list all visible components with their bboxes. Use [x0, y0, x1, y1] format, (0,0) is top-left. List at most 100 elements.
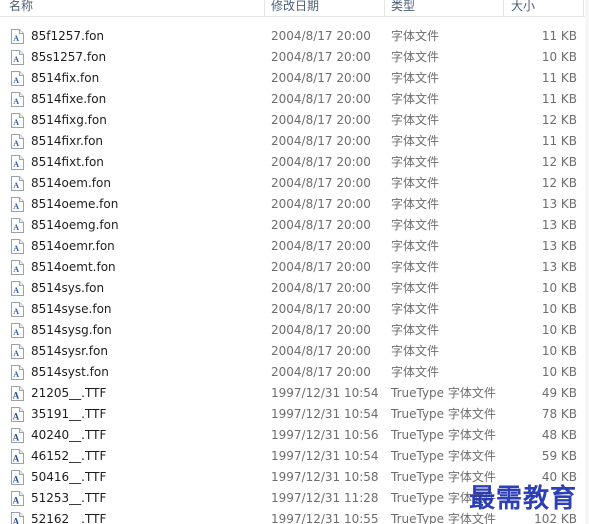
file-type: 字体文件 [391, 176, 440, 190]
file-row[interactable]: A 8514oemr.fon 2004/8/17 20:00 字体文件 13 KB [0, 236, 589, 257]
file-modified-date: 2004/8/17 20:00 [271, 344, 371, 358]
truetype-file-icon: A [11, 386, 24, 401]
file-row[interactable]: A 8514oem.fon 2004/8/17 20:00 字体文件 12 KB [0, 173, 589, 194]
column-header-type-label: 类型 [391, 0, 416, 13]
file-name: 21205__.TTF [31, 386, 107, 400]
svg-text:A: A [13, 160, 19, 169]
font-file-icon: A [11, 113, 24, 128]
file-name: 8514oeme.fon [31, 197, 119, 211]
file-name: 8514fix.fon [31, 71, 100, 85]
file-modified-date: 2004/8/17 20:00 [271, 281, 371, 295]
file-row[interactable]: A 8514sysr.fon 2004/8/17 20:00 字体文件 10 KB [0, 341, 589, 362]
font-file-icon: A [11, 281, 24, 296]
file-row[interactable]: A 8514syse.fon 2004/8/17 20:00 字体文件 10 KB [0, 299, 589, 320]
svg-text:A: A [13, 391, 20, 401]
file-type: TrueType 字体文件 [391, 428, 496, 442]
file-name: 8514oemt.fon [31, 260, 116, 274]
file-size: 48 KB [541, 428, 577, 442]
file-row[interactable]: A 46152__.TTF 1997/12/31 10:54 TrueType 字体文… [0, 446, 589, 467]
font-file-icon: A [11, 365, 24, 380]
file-type: 字体文件 [391, 365, 440, 379]
file-type: 字体文件 [391, 134, 440, 148]
file-size: 78 KB [541, 407, 577, 421]
file-row[interactable]: A 8514sys.fon 2004/8/17 20:00 字体文件 10 KB [0, 278, 589, 299]
file-type: 字体文件 [391, 344, 440, 358]
file-name: 8514sysg.fon [31, 323, 112, 337]
file-size: 10 KB [541, 344, 577, 358]
file-size: 10 KB [541, 365, 577, 379]
file-name: 8514fixe.fon [31, 92, 107, 106]
column-header-name[interactable]: 名称 [0, 0, 265, 16]
file-size: 10 KB [541, 302, 577, 316]
file-size: 49 KB [541, 386, 577, 400]
file-name: 8514fixg.fon [31, 113, 107, 127]
truetype-file-icon: A [11, 407, 24, 422]
column-header-date[interactable]: 修改日期 [265, 0, 385, 16]
file-row[interactable]: A 8514syst.fon 2004/8/17 20:00 字体文件 10 KB [0, 362, 589, 383]
file-row[interactable]: A 85f1257.fon 2004/8/17 20:00 字体文件 11 KB [0, 26, 589, 47]
file-modified-date: 1997/12/31 10:56 [271, 428, 379, 442]
font-file-icon: A [11, 302, 24, 317]
font-file-icon: A [11, 134, 24, 149]
file-modified-date: 1997/12/31 10:55 [271, 512, 379, 524]
svg-text:A: A [13, 223, 19, 232]
svg-text:A: A [13, 454, 20, 464]
svg-text:A: A [13, 349, 19, 358]
file-row[interactable]: A 8514oemt.fon 2004/8/17 20:00 字体文件 13 KB [0, 257, 589, 278]
file-size: 10 KB [541, 50, 577, 64]
file-row[interactable]: A 35191__.TTF 1997/12/31 10:54 TrueType 字体文… [0, 404, 589, 425]
column-header-type[interactable]: 类型 [385, 0, 504, 16]
svg-text:A: A [13, 475, 20, 485]
scrollbar-edge[interactable] [585, 0, 589, 524]
file-modified-date: 1997/12/31 10:54 [271, 386, 379, 400]
file-type: TrueType 字体文件 [391, 449, 496, 463]
truetype-file-icon: A [11, 449, 24, 464]
file-modified-date: 1997/12/31 11:28 [271, 491, 379, 505]
truetype-file-icon: A [11, 470, 24, 485]
file-row[interactable]: A 8514fixe.fon 2004/8/17 20:00 字体文件 11 KB [0, 89, 589, 110]
file-modified-date: 1997/12/31 10:54 [271, 449, 379, 463]
svg-text:A: A [13, 517, 20, 524]
file-row[interactable]: A 8514fix.fon 2004/8/17 20:00 字体文件 11 KB [0, 68, 589, 89]
file-type: 字体文件 [391, 239, 440, 253]
file-row[interactable]: A 8514fixt.fon 2004/8/17 20:00 字体文件 12 KB [0, 152, 589, 173]
file-row[interactable]: A 8514fixr.fon 2004/8/17 20:00 字体文件 11 KB [0, 131, 589, 152]
svg-text:A: A [13, 265, 19, 274]
file-row[interactable]: A 40240__.TTF 1997/12/31 10:56 TrueType 字体文… [0, 425, 589, 446]
column-divider[interactable] [583, 0, 584, 16]
file-size: 13 KB [541, 239, 577, 253]
file-row[interactable]: A 21205__.TTF 1997/12/31 10:54 TrueType 字体文… [0, 383, 589, 404]
file-row[interactable]: A 85s1257.fon 2004/8/17 20:00 字体文件 10 KB [0, 47, 589, 68]
font-file-icon: A [11, 50, 24, 65]
file-name: 8514oemg.fon [31, 218, 119, 232]
file-size: 12 KB [541, 113, 577, 127]
watermark-logo: 最需教育 [468, 483, 577, 514]
svg-text:A: A [13, 202, 19, 211]
font-file-icon: A [11, 71, 24, 86]
file-size: 10 KB [541, 323, 577, 337]
file-modified-date: 2004/8/17 20:00 [271, 134, 371, 148]
file-type: 字体文件 [391, 50, 440, 64]
svg-text:A: A [13, 433, 20, 443]
file-size: 13 KB [541, 197, 577, 211]
file-row[interactable]: A 8514oemg.fon 2004/8/17 20:00 字体文件 13 KB [0, 215, 589, 236]
file-name: 40240__.TTF [31, 428, 107, 442]
file-row[interactable]: A 8514sysg.fon 2004/8/17 20:00 字体文件 10 KB [0, 320, 589, 341]
file-modified-date: 1997/12/31 10:58 [271, 470, 379, 484]
truetype-file-icon: A [11, 491, 24, 506]
column-header-name-label: 名称 [9, 0, 34, 13]
file-size: 12 KB [541, 176, 577, 190]
file-name: 35191__.TTF [31, 407, 107, 421]
font-file-icon: A [11, 260, 24, 275]
file-row[interactable]: A 8514fixg.fon 2004/8/17 20:00 字体文件 12 KB [0, 110, 589, 131]
file-name: 8514syse.fon [31, 302, 112, 316]
file-row[interactable]: A 8514oeme.fon 2004/8/17 20:00 字体文件 13 KB [0, 194, 589, 215]
file-modified-date: 2004/8/17 20:00 [271, 239, 371, 253]
column-header-size[interactable]: 大小 [504, 0, 584, 16]
font-file-icon: A [11, 176, 24, 191]
file-name: 50416__.TTF [31, 470, 107, 484]
file-size: 11 KB [541, 134, 577, 148]
file-type: 字体文件 [391, 218, 440, 232]
file-type: 字体文件 [391, 155, 440, 169]
file-size: 10 KB [541, 281, 577, 295]
